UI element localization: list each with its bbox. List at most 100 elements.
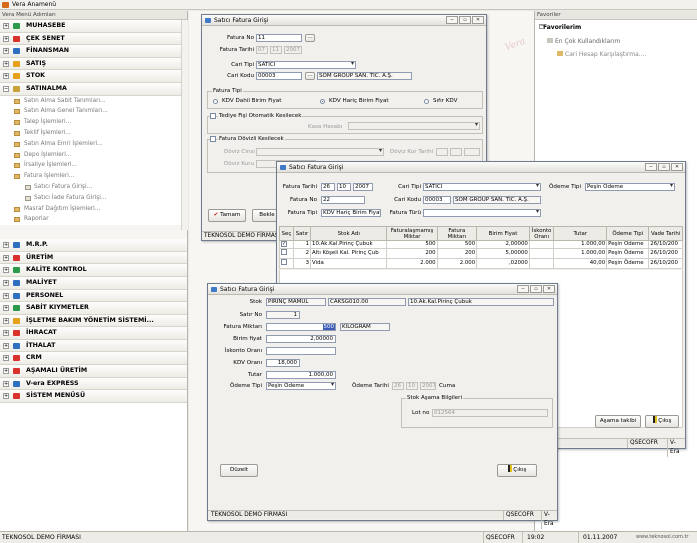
expand-icon[interactable]: +	[3, 48, 9, 55]
date-year-input[interactable]: 2007	[284, 46, 302, 54]
expand-icon[interactable]: +	[3, 73, 9, 80]
odeme-tipi-select[interactable]: Peşin Ödeme	[266, 382, 336, 390]
expand-icon[interactable]: +	[3, 342, 9, 349]
minimize-button[interactable]: −	[645, 163, 657, 171]
table-cell[interactable]: 26/10/200	[648, 240, 683, 249]
table-cell[interactable]: 10.Ak.Kal.Pirinç Çubuk	[310, 240, 388, 249]
odeme-date-day[interactable]: 26	[392, 382, 404, 390]
grid-column-header[interactable]: Fatura Miktarı	[436, 226, 478, 241]
expand-icon[interactable]: +	[3, 317, 9, 324]
favorites-item[interactable]: Cari Hesap Karşılaştırma....	[557, 51, 646, 58]
cari-kodu-input[interactable]: 00003	[423, 196, 451, 204]
expand-icon[interactable]: +	[3, 60, 9, 67]
grid-column-header[interactable]: İskonto Oranı	[528, 226, 555, 241]
grid-column-header[interactable]: Stok Adı	[310, 226, 388, 241]
date-day-input[interactable]: 07	[256, 46, 268, 54]
minimize-button[interactable]: −	[517, 285, 529, 293]
cikis-button[interactable]: Çıkış	[497, 464, 537, 477]
maximize-button[interactable]: ▫	[530, 285, 542, 293]
cari-tipi-select[interactable]: SATICI	[256, 61, 356, 69]
menu-subitem[interactable]: Satın Alma Sabit Tanımları...	[0, 96, 187, 107]
table-cell[interactable]: ,02000	[476, 258, 530, 269]
tamam-button[interactable]: ✔ Tamam	[208, 209, 246, 222]
radio-kdv-haric[interactable]	[320, 99, 325, 104]
row-select-checkbox[interactable]: ✓	[281, 241, 287, 247]
table-cell[interactable]: 2.000	[386, 258, 438, 269]
doviz-cinsi-select[interactable]	[256, 148, 384, 156]
date-year-input[interactable]: 2007	[353, 183, 373, 191]
expand-icon[interactable]: +	[3, 368, 9, 375]
menu-subitem[interactable]: Satın Alma Genel Tanımları...	[0, 106, 187, 117]
table-cell[interactable]: 2	[292, 248, 312, 259]
menu-subitem[interactable]: Masraf Dağıtım İşlemleri...	[0, 204, 187, 215]
cari-tipi-select[interactable]: SATICI	[423, 183, 541, 191]
menu-module[interactable]: + SİSTEM MENÜSÜ	[0, 390, 187, 403]
odeme-tipi-select[interactable]: Peşin Ödeme	[585, 183, 675, 191]
menu-module[interactable]: + PERSONEL	[0, 289, 187, 303]
table-cell[interactable]: ✓	[279, 240, 294, 249]
menu-subitem[interactable]: Talep İşlemleri...	[0, 117, 187, 128]
menu-module[interactable]: + İHRACAT	[0, 327, 187, 340]
grid-column-header[interactable]: Vade Tarihi	[648, 226, 683, 241]
maximize-button[interactable]: ▫	[459, 16, 471, 24]
grid-column-header[interactable]: Seç	[279, 226, 294, 241]
table-cell[interactable]	[528, 248, 555, 259]
menu-module[interactable]: + MALİYET	[0, 276, 187, 290]
table-cell[interactable]: 1	[292, 240, 312, 249]
table-cell[interactable]: 200	[436, 248, 478, 259]
table-cell[interactable]: 3	[292, 258, 312, 269]
lookup-button[interactable]: …	[305, 34, 315, 42]
menu-module[interactable]: + KALİTE KONTROL	[0, 264, 187, 277]
minimize-button[interactable]: −	[446, 16, 458, 24]
doviz-date-year[interactable]	[464, 148, 480, 156]
odeme-date-year[interactable]: 2007	[420, 382, 436, 390]
collapse-icon[interactable]: −	[539, 24, 544, 29]
table-cell[interactable]: Vida	[310, 258, 388, 269]
menu-module[interactable]: − SATINALMA	[0, 82, 187, 96]
grid-column-header[interactable]: Ödeme Tipi	[606, 226, 650, 241]
table-cell[interactable]: 26/10/200	[648, 258, 683, 269]
fatura-no-input[interactable]: 11	[256, 34, 302, 42]
expand-icon[interactable]: +	[3, 355, 9, 362]
table-row[interactable]: 2 Altı Köşeli Kal. Pirinç Çub 200 200 5,0000…	[279, 248, 683, 259]
date-month-input[interactable]: 10	[337, 183, 351, 191]
table-row[interactable]: 3 Vida 2.000 2.000,02000 40,00 Peşin Ödeme 26/…	[279, 258, 683, 269]
expand-icon[interactable]: +	[3, 292, 9, 299]
table-cell[interactable]	[279, 258, 294, 269]
table-cell[interactable]: Peşin Ödeme	[606, 240, 650, 249]
grid-column-header[interactable]: Satır	[292, 226, 312, 241]
fatura-turu-select[interactable]	[423, 209, 541, 217]
cikis-button[interactable]: Çıkış	[645, 415, 679, 428]
table-cell[interactable]	[528, 258, 555, 269]
table-cell[interactable]: 26/10/200	[648, 248, 683, 259]
grid-column-header[interactable]: Tutar	[553, 226, 608, 241]
menu-module[interactable]: + İTHALAT	[0, 339, 187, 353]
lot-no-input[interactable]: 012564	[432, 409, 548, 417]
radio-sifir-kdv[interactable]	[424, 99, 429, 104]
date-month-input[interactable]: 11	[270, 46, 282, 54]
table-row[interactable]: ✓ 1 10.Ak.Kal.Pirinç Çubuk 500 500 2,00000 1.0…	[279, 240, 683, 249]
menu-subitem[interactable]: Raporlar	[0, 214, 187, 225]
menu-subitem[interactable]: Fatura İşlemleri...	[0, 171, 187, 182]
expand-icon[interactable]: +	[3, 23, 9, 29]
collapse-icon[interactable]: −	[3, 85, 9, 92]
menu-module[interactable]: + CRM	[0, 352, 187, 366]
fatura-no-input[interactable]: 22	[321, 196, 365, 204]
lookup-button[interactable]: …	[305, 72, 315, 80]
asama-takibi-button[interactable]: Aşama takibi	[595, 415, 641, 428]
kdv-input[interactable]: 18,000	[266, 359, 300, 367]
menu-module[interactable]: + İŞLETME BAKIM YÖNETİM SİSTEMİ...	[0, 314, 187, 328]
expand-icon[interactable]: +	[3, 393, 9, 400]
radio-kdv-dahil[interactable]	[213, 99, 218, 104]
tediye-checkbox[interactable]	[210, 113, 216, 119]
doviz-date-month[interactable]	[450, 148, 462, 156]
expand-icon[interactable]: +	[3, 279, 9, 286]
duzelt-button[interactable]: Düzelt	[220, 464, 258, 477]
table-cell[interactable]: 5,00000	[476, 248, 530, 259]
menu-module[interactable]: + ÜRETİM	[0, 251, 187, 265]
close-button[interactable]: ✕	[671, 163, 683, 171]
menu-subitem[interactable]: Depo İşlemleri...	[0, 150, 187, 161]
doviz-date-day[interactable]	[436, 148, 448, 156]
doviz-checkbox[interactable]	[210, 136, 216, 142]
close-button[interactable]: ✕	[472, 16, 484, 24]
